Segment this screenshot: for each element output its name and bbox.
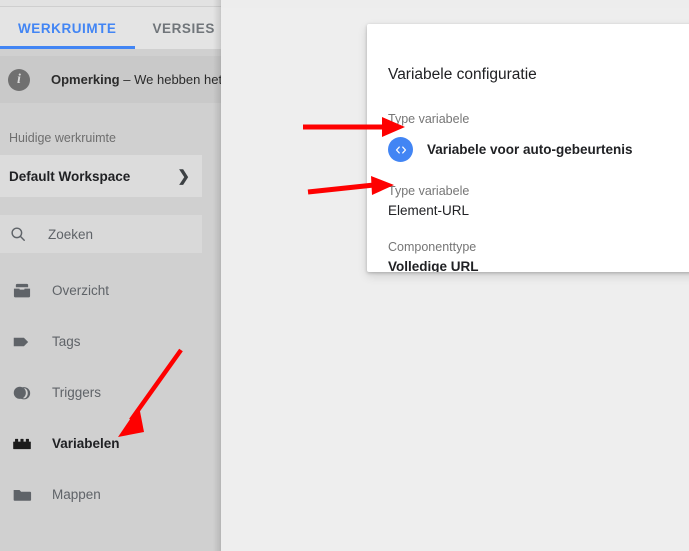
notice-title: Opmerking — [51, 72, 120, 87]
trigger-icon — [11, 382, 33, 404]
search-placeholder: Zoeken — [48, 226, 94, 242]
sidebar-item-mappen[interactable]: Mappen — [0, 469, 221, 520]
tab-versies-label: VERSIES — [152, 20, 215, 36]
variable-configuration-dialog: Variabele configuratie Type variabele Va… — [367, 24, 689, 272]
dialog-title: Variabele configuratie — [388, 66, 537, 83]
notice-bar: i Opmerking – We hebben het — [0, 56, 221, 103]
search-input[interactable]: Zoeken — [0, 215, 202, 253]
componenttype-value: Volledige URL — [388, 259, 479, 272]
variable-icon — [11, 433, 33, 455]
notice-text: Opmerking – We hebben het — [51, 72, 221, 87]
variable-type-row[interactable]: Variabele voor auto-gebeurtenis — [388, 137, 633, 162]
sidebar-item-triggers[interactable]: Triggers — [0, 367, 221, 418]
content-top-strip — [221, 0, 689, 8]
sidebar-item-mappen-label: Mappen — [52, 487, 101, 502]
notice-body: We hebben het — [134, 72, 221, 87]
workspace-selector[interactable]: Default Workspace ❯ — [0, 155, 202, 197]
info-icon-glyph: i — [17, 71, 21, 87]
info-icon: i — [8, 68, 30, 91]
tag-icon — [11, 331, 33, 353]
overview-icon — [11, 280, 33, 302]
type-variabele-label-2: Type variabele — [388, 184, 470, 198]
tab-werkruimte[interactable]: WERKRUIMTE — [0, 7, 135, 49]
workspace-section-label: Huidige werkruimte — [9, 131, 116, 145]
sidebar-item-overzicht[interactable]: Overzicht — [0, 265, 221, 316]
sidebar-item-variabelen-label: Variabelen — [52, 436, 120, 451]
sidebar-nav: Overzicht Tags Triggers Variabelen Mappe… — [0, 265, 221, 520]
sidebar-item-overzicht-label: Overzicht — [52, 283, 110, 298]
folder-icon — [11, 484, 33, 506]
tab-werkruimte-label: WERKRUIMTE — [18, 20, 117, 36]
type-variabele-label-1: Type variabele — [388, 112, 470, 126]
app-screenshot: WERKRUIMTE VERSIES i Opmerking – We hebb… — [0, 0, 689, 551]
componenttype-label: Componenttype — [388, 240, 477, 254]
variable-type-value: Variabele voor auto-gebeurtenis — [427, 142, 633, 157]
panel-top-divider — [0, 0, 221, 7]
chevron-right-icon: ❯ — [177, 167, 190, 185]
left-sidebar: WERKRUIMTE VERSIES i Opmerking – We hebb… — [0, 0, 221, 551]
workspace-name: Default Workspace — [9, 168, 131, 184]
sidebar-item-variabelen[interactable]: Variabelen — [0, 418, 221, 469]
type-variabele-value-2: Element-URL — [388, 203, 470, 218]
tab-bar: WERKRUIMTE VERSIES — [0, 7, 221, 49]
tab-versies[interactable]: VERSIES — [135, 7, 222, 49]
sidebar-item-triggers-label: Triggers — [52, 385, 102, 400]
notice-separator: – — [123, 72, 131, 87]
sidebar-item-tags[interactable]: Tags — [0, 316, 221, 367]
sidebar-item-tags-label: Tags — [52, 334, 81, 349]
search-icon — [11, 227, 25, 241]
code-brackets-icon — [388, 137, 413, 162]
